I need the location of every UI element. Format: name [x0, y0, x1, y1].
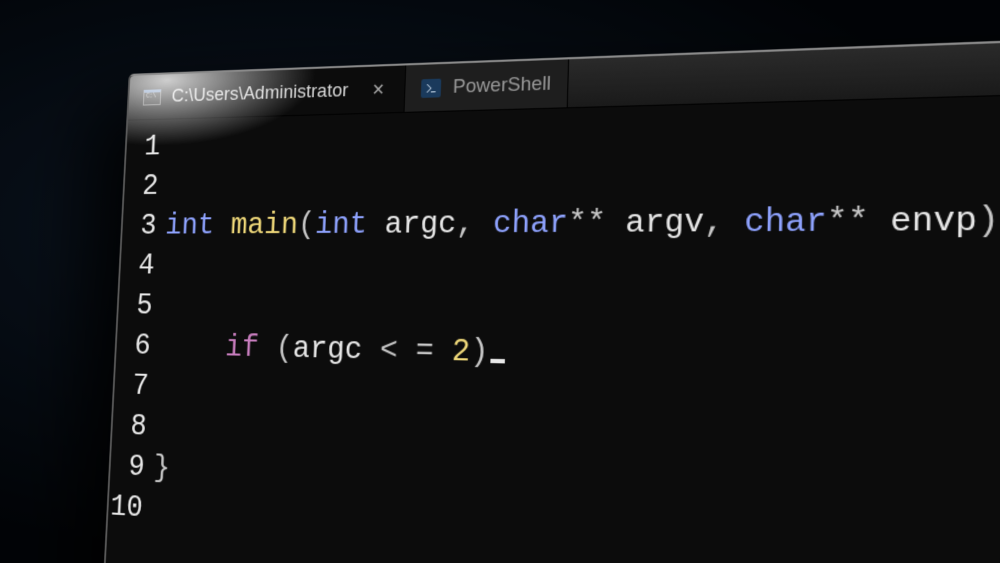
line-number: 7 — [114, 366, 150, 407]
line-number: 1 — [126, 128, 162, 168]
line-number: 9 — [110, 446, 146, 488]
line-number: 3 — [122, 207, 158, 247]
tab-label: C:\Users\Administrator — [171, 79, 349, 107]
line-number: 5 — [118, 286, 154, 326]
code-line: int main(int argc, char** argv, char** e… — [164, 197, 1000, 246]
cmd-icon — [143, 88, 162, 106]
powershell-icon — [421, 78, 441, 97]
tab-label: PowerShell — [453, 72, 552, 98]
code-line: if (argc < = 2) — [159, 327, 1000, 391]
line-number: 10 — [108, 487, 144, 530]
code-line: } — [153, 448, 1000, 537]
terminal-window: C:\Users\Administrator ✕ PowerShell ✕ — [101, 36, 1000, 563]
close-icon[interactable]: ✕ — [367, 78, 389, 101]
tab-powershell[interactable]: PowerShell — [405, 59, 570, 112]
line-number: 2 — [124, 167, 160, 207]
line-number: 8 — [112, 406, 148, 448]
line-number: 4 — [120, 247, 156, 287]
tab-cmd[interactable]: C:\Users\Administrator ✕ — [128, 65, 406, 119]
text-cursor — [490, 359, 505, 364]
code-area[interactable]: int main(int argc, char** argv, char** e… — [146, 100, 1000, 563]
line-number: 6 — [116, 326, 152, 367]
code-editor[interactable]: 1 2 3 4 5 6 7 8 9 10 int main(int argc, … — [103, 92, 1000, 563]
